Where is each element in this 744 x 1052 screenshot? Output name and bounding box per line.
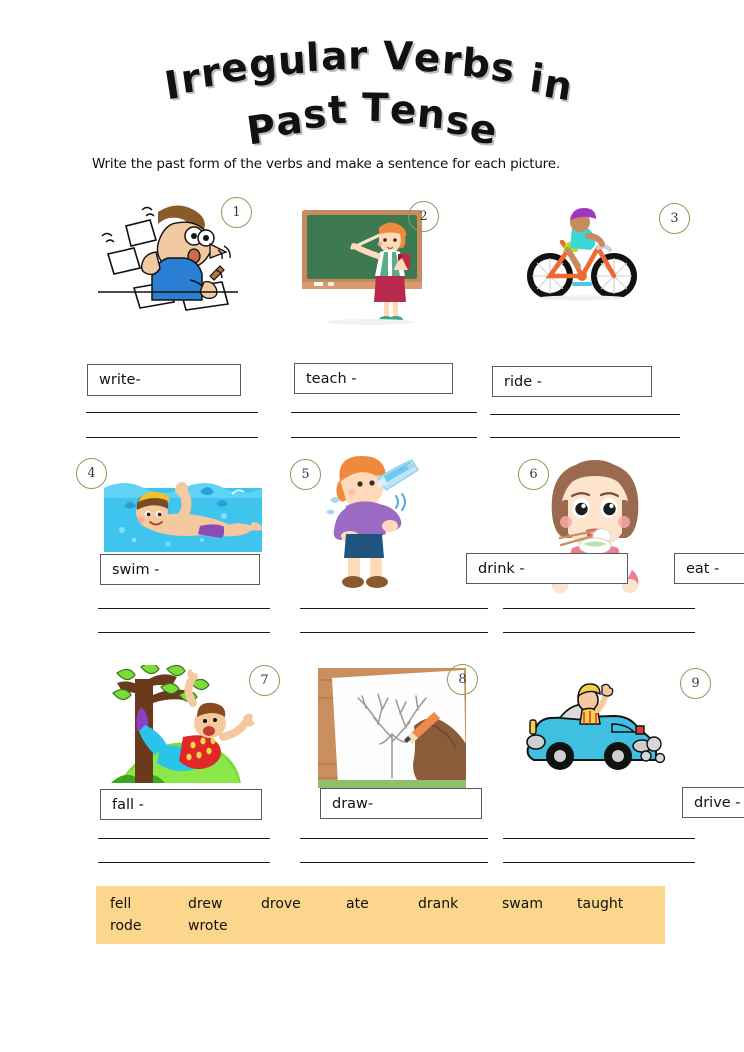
- item-number-badge-8: 8: [447, 664, 478, 695]
- writing-line[interactable]: [98, 838, 270, 839]
- writing-line[interactable]: [300, 838, 488, 839]
- writing-line[interactable]: [503, 862, 695, 863]
- writing-line[interactable]: [291, 437, 477, 438]
- page-title-line-1: Irregular Verbs in: [161, 33, 577, 111]
- writing-line[interactable]: [490, 437, 680, 438]
- word-bank-item[interactable]: rode: [110, 915, 188, 937]
- page-title: Irregular Verbs in Past Tense: [0, 33, 744, 155]
- answer-box-teach[interactable]: teach -: [294, 363, 453, 394]
- word-bank-item[interactable]: ate: [346, 893, 418, 915]
- word-bank-item[interactable]: drank: [418, 893, 502, 915]
- writing-line[interactable]: [98, 632, 270, 633]
- picture-ride: [524, 206, 640, 302]
- item-number-badge-3: 3: [659, 203, 690, 234]
- item-number-badge-4: 4: [76, 458, 107, 489]
- writing-line[interactable]: [503, 838, 695, 839]
- writing-line[interactable]: [300, 632, 488, 633]
- writing-line[interactable]: [86, 412, 258, 413]
- picture-drive: [516, 680, 666, 780]
- writing-line[interactable]: [300, 862, 488, 863]
- writing-line[interactable]: [291, 412, 477, 413]
- writing-line[interactable]: [98, 862, 270, 863]
- writing-line[interactable]: [503, 632, 695, 633]
- picture-drink: [320, 452, 424, 592]
- writing-line[interactable]: [490, 414, 680, 415]
- answer-box-swim[interactable]: swim -: [100, 554, 260, 585]
- word-bank-item[interactable]: wrote: [188, 915, 261, 937]
- writing-line[interactable]: [503, 608, 695, 609]
- answer-box-eat[interactable]: eat -: [674, 553, 744, 584]
- answer-box-write[interactable]: write-: [87, 364, 241, 396]
- word-bank-item[interactable]: taught: [577, 893, 647, 915]
- answer-box-fall[interactable]: fall -: [100, 789, 262, 820]
- answer-box-ride[interactable]: ride -: [492, 366, 652, 397]
- picture-draw: [318, 668, 466, 788]
- picture-fall: [105, 665, 255, 789]
- item-number-badge-5: 5: [290, 459, 321, 490]
- answer-box-drink[interactable]: drink -: [466, 553, 628, 584]
- word-bank-item[interactable]: drove: [261, 893, 346, 915]
- word-bank: fell drew drove ate drank swam taught rode wrot…: [96, 886, 665, 944]
- answer-box-draw[interactable]: draw-: [320, 788, 482, 819]
- item-number-badge-2: 2: [408, 201, 439, 232]
- word-bank-item[interactable]: drew: [188, 893, 261, 915]
- word-bank-row-1: fell drew drove ate drank swam taught: [110, 893, 665, 915]
- picture-swim: [104, 470, 262, 566]
- writing-line[interactable]: [98, 608, 270, 609]
- word-bank-item[interactable]: swam: [502, 893, 577, 915]
- writing-line[interactable]: [86, 437, 258, 438]
- word-bank-row-2: rode wrote: [110, 915, 665, 937]
- word-bank-item[interactable]: fell: [110, 893, 188, 915]
- writing-line[interactable]: [300, 608, 488, 609]
- answer-box-drive[interactable]: drive -: [682, 787, 744, 818]
- page-title-line-2: Past Tense: [243, 85, 501, 155]
- instruction-text: Write the past form of the verbs and mak…: [92, 156, 560, 172]
- picture-write: [98, 196, 238, 312]
- item-number-badge-1: 1: [221, 197, 252, 228]
- item-number-badge-9: 9: [680, 668, 711, 699]
- item-number-badge-7: 7: [249, 665, 280, 696]
